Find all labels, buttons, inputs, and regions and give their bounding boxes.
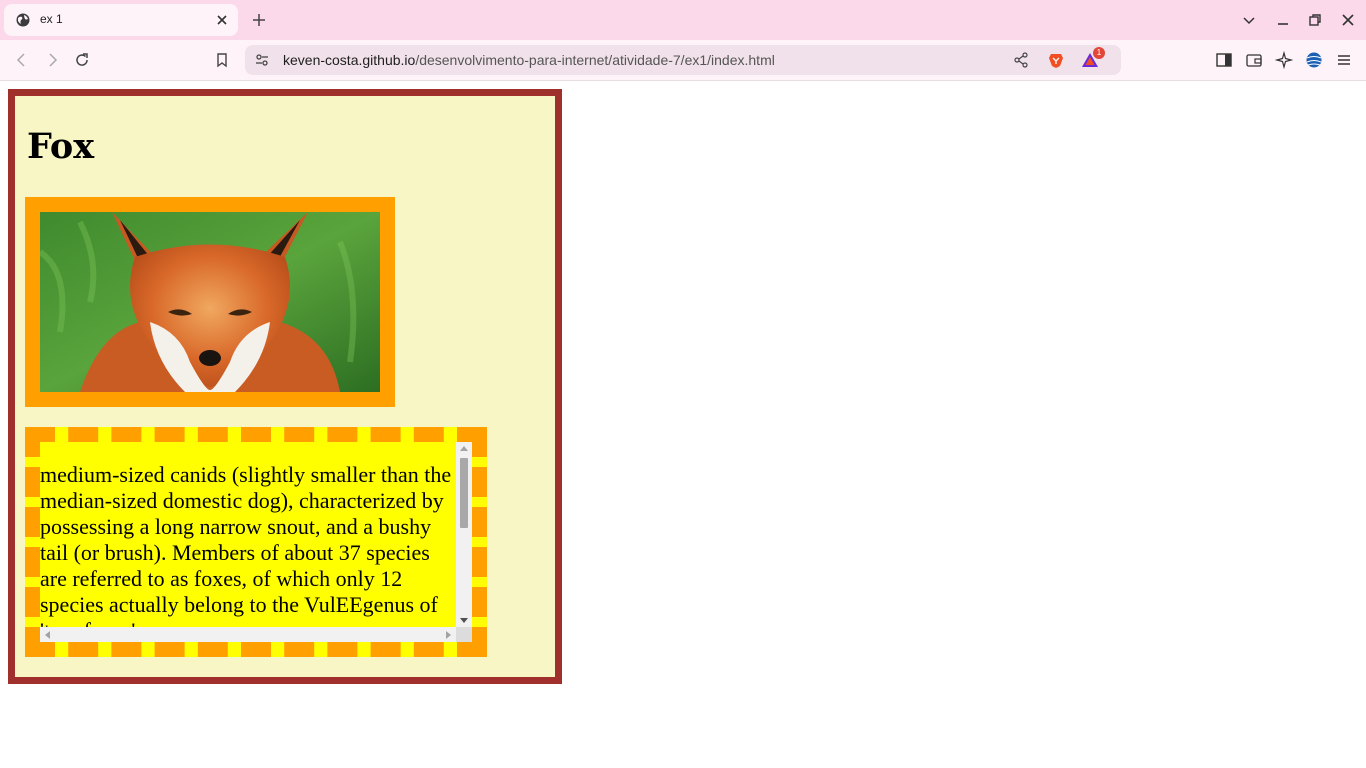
tab-active[interactable]: ex 1 [4, 4, 238, 36]
tab-title: ex 1 [40, 12, 63, 26]
restore-icon[interactable] [1307, 12, 1323, 28]
close-icon[interactable] [214, 12, 230, 28]
vertical-scrollbar[interactable] [456, 442, 472, 627]
address-bar[interactable]: keven-costa.github.io/desenvolvimento-pa… [245, 45, 1121, 75]
brave-lion-icon[interactable] [1047, 51, 1065, 69]
minimize-icon[interactable] [1275, 12, 1291, 28]
sparkle-icon[interactable] [1275, 51, 1293, 69]
bookmark-icon[interactable] [213, 51, 231, 69]
sidebar-icon[interactable] [1215, 51, 1233, 69]
forward-arrow-icon[interactable] [43, 51, 61, 69]
close-window-icon[interactable] [1340, 12, 1356, 28]
scroll-up-icon[interactable] [460, 445, 468, 451]
wallet-icon[interactable] [1245, 51, 1263, 69]
rewards-badge: 1 [1093, 47, 1105, 59]
url-path: /desenvolvimento-para-internet/atividade… [415, 52, 775, 68]
hamburger-menu-icon[interactable] [1335, 51, 1353, 69]
scroll-corner [456, 627, 472, 642]
description-box: medium-sized canids (slightly smaller th… [25, 427, 487, 657]
vertical-scroll-thumb[interactable] [460, 458, 468, 528]
tab-strip: ex 1 [0, 0, 1366, 40]
globe-icon [16, 13, 30, 27]
description-text: medium-sized canids (slightly smaller th… [40, 462, 452, 642]
scroll-left-icon[interactable] [44, 631, 50, 639]
url-text[interactable]: keven-costa.github.io/desenvolvimento-pa… [283, 52, 775, 68]
reload-icon[interactable] [73, 51, 91, 69]
chevron-down-icon[interactable] [1241, 12, 1257, 28]
fox-image [40, 212, 380, 392]
vpn-globe-icon[interactable] [1305, 51, 1323, 69]
plus-icon[interactable] [250, 11, 268, 29]
url-host: keven-costa.github.io [283, 52, 416, 68]
scroll-area[interactable]: medium-sized canids (slightly smaller th… [40, 442, 472, 642]
scroll-right-icon[interactable] [446, 631, 452, 639]
horizontal-scrollbar[interactable] [40, 627, 456, 642]
page-title: Fox [27, 126, 95, 167]
scroll-down-icon[interactable] [460, 618, 468, 624]
back-arrow-icon[interactable] [13, 51, 31, 69]
share-icon[interactable] [1012, 51, 1030, 69]
fox-card: Fox medium-sized canids (slightly smalle… [8, 89, 562, 684]
page-viewport: Fox medium-sized canids (slightly smalle… [0, 82, 1366, 768]
image-frame [25, 197, 395, 407]
browser-toolbar: keven-costa.github.io/desenvolvimento-pa… [0, 40, 1366, 81]
site-settings-icon[interactable] [253, 51, 271, 69]
